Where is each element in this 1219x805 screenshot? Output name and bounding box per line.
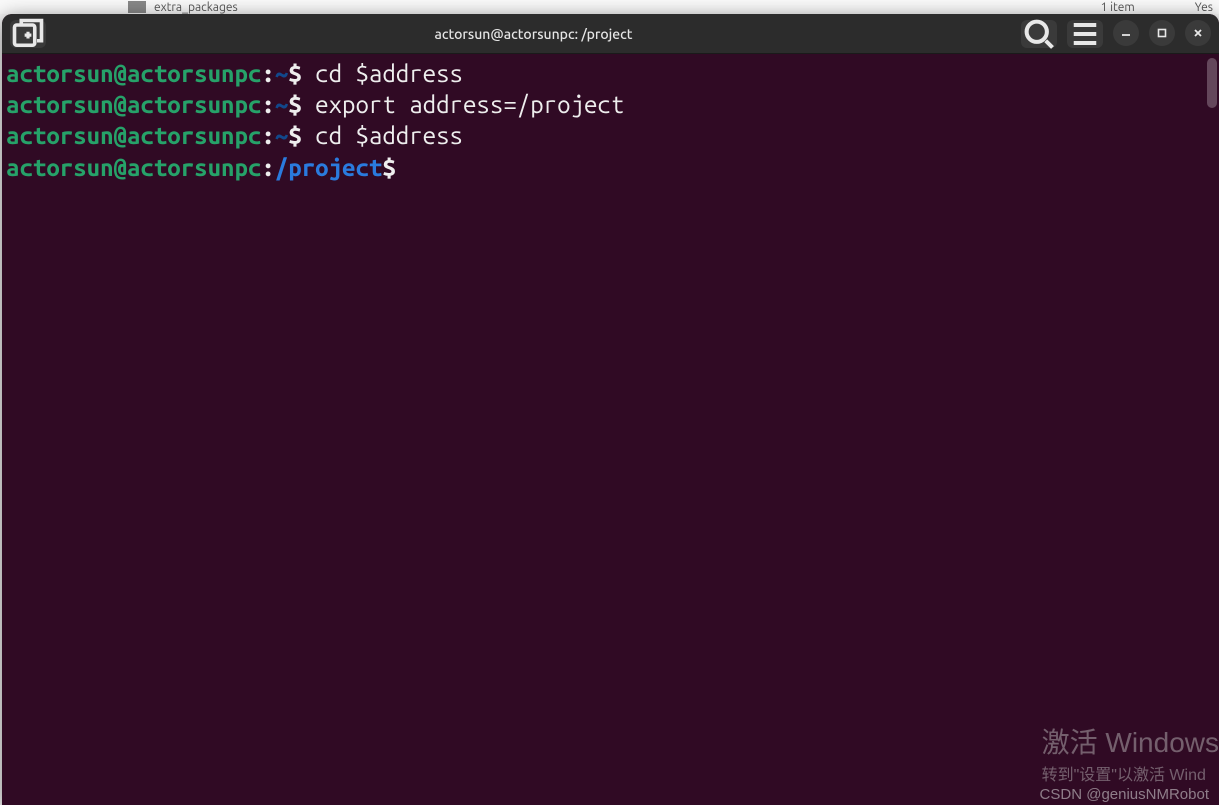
terminal-line: actorsun@actorsunpc:/project$ bbox=[6, 152, 1215, 183]
prompt-user-host: actorsun@actorsunpc bbox=[6, 122, 261, 149]
prompt-user-host: actorsun@actorsunpc bbox=[6, 60, 261, 87]
background-item-count: 1 item bbox=[1101, 1, 1135, 14]
close-icon bbox=[1192, 27, 1204, 39]
prompt-path: ~ bbox=[275, 122, 288, 149]
prompt-path: ~ bbox=[275, 60, 288, 87]
prompt-user-host: actorsun@actorsunpc bbox=[6, 154, 261, 181]
background-yes: Yes bbox=[1195, 1, 1213, 14]
background-file-row: extra_packages 1 item Yes bbox=[0, 0, 1219, 14]
prompt-colon: : bbox=[261, 91, 274, 118]
csdn-watermark: CSDN @geniusNMRobot bbox=[1040, 786, 1209, 803]
new-tab-button[interactable] bbox=[10, 20, 46, 48]
titlebar: actorsun@actorsunpc: /project bbox=[2, 14, 1219, 54]
prompt-dollar: $ bbox=[288, 91, 315, 118]
minimize-button[interactable] bbox=[1113, 20, 1139, 46]
prompt-path: ~ bbox=[275, 91, 288, 118]
search-icon bbox=[1021, 16, 1057, 52]
menu-button[interactable] bbox=[1067, 20, 1103, 48]
maximize-button[interactable] bbox=[1149, 20, 1175, 46]
command-text: cd $address bbox=[315, 122, 463, 149]
prompt-dollar: $ bbox=[288, 122, 315, 149]
folder-icon bbox=[128, 1, 146, 13]
new-tab-icon bbox=[10, 16, 46, 52]
close-button[interactable] bbox=[1185, 20, 1211, 46]
window-title: actorsun@actorsunpc: /project bbox=[46, 26, 1021, 42]
prompt-colon: : bbox=[261, 60, 274, 87]
terminal-window: actorsun@actorsunpc: /project bbox=[2, 14, 1219, 805]
prompt-colon: : bbox=[261, 122, 274, 149]
prompt-path: /project bbox=[275, 154, 383, 181]
prompt-dollar: $ bbox=[288, 60, 315, 87]
search-button[interactable] bbox=[1021, 20, 1057, 48]
scrollbar-thumb[interactable] bbox=[1207, 58, 1217, 108]
prompt-dollar: $ bbox=[382, 154, 409, 181]
terminal-body[interactable]: actorsun@actorsunpc:~$ cd $addressactors… bbox=[2, 54, 1219, 805]
terminal-line: actorsun@actorsunpc:~$ cd $address bbox=[6, 58, 1215, 89]
hamburger-icon bbox=[1067, 16, 1103, 52]
minimize-icon bbox=[1120, 27, 1132, 39]
terminal-line: actorsun@actorsunpc:~$ export address=/p… bbox=[6, 89, 1215, 120]
background-file-name: extra_packages bbox=[154, 1, 238, 14]
prompt-colon: : bbox=[261, 154, 274, 181]
prompt-user-host: actorsun@actorsunpc bbox=[6, 91, 261, 118]
command-text: export address=/project bbox=[315, 91, 624, 118]
command-text: cd $address bbox=[315, 60, 463, 87]
terminal-line: actorsun@actorsunpc:~$ cd $address bbox=[6, 120, 1215, 151]
maximize-icon bbox=[1156, 27, 1168, 39]
